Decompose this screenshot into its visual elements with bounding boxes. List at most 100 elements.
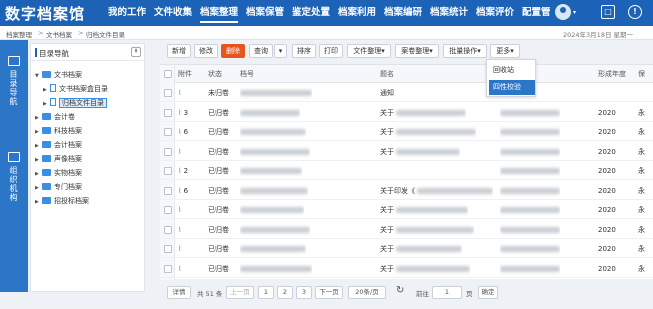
expand-arrow-icon[interactable]: ▶ <box>35 168 42 180</box>
edit-button[interactable]: 修改 <box>194 44 218 58</box>
breadcrumb-item[interactable]: 文书档案 <box>46 29 72 39</box>
expand-arrow-icon[interactable]: ▶ <box>35 112 42 124</box>
page-button[interactable]: 3 <box>296 286 312 299</box>
rail-item-catalog-nav[interactable]: 目录导航 <box>9 70 19 106</box>
menu-item-four-property-check[interactable]: 四性校验 <box>489 80 535 95</box>
attachment-cell[interactable]: ⌇ <box>178 260 181 278</box>
expand-arrow-icon[interactable]: ▶ <box>43 98 50 110</box>
attachment-cell[interactable]: ⌇ <box>178 240 181 258</box>
col-title[interactable]: 题名 <box>380 65 394 83</box>
table-row[interactable]: ⌇ 未归卷 通知 <box>160 84 653 102</box>
attachment-cell[interactable]: ⌇ 6 <box>178 123 188 141</box>
pin-icon[interactable]: ⇞ <box>131 47 141 57</box>
expand-arrow-icon[interactable]: ▶ <box>35 154 42 166</box>
table-row[interactable]: ⌇ 6 已归卷 关于 2020 永 <box>160 123 653 141</box>
row-checkbox[interactable] <box>164 206 172 214</box>
nav-my-work[interactable]: 我的工作 <box>108 7 146 23</box>
nav-appraisal[interactable]: 鉴定处置 <box>292 7 330 23</box>
tree-node[interactable]: ▶ 专门档案 <box>35 181 82 193</box>
col-archive-no[interactable]: 档号 <box>240 65 254 83</box>
detail-button[interactable]: 详情 <box>167 286 191 299</box>
expand-arrow-icon[interactable]: ▶ <box>35 196 42 208</box>
nav-file-collection[interactable]: 文件收集 <box>154 7 192 23</box>
table-row[interactable]: ⌇ 3 已归卷 关于 2020 永 <box>160 104 653 122</box>
page-size-select[interactable]: 20条/页 <box>348 286 386 299</box>
col-attachment[interactable]: 附件 <box>178 65 192 83</box>
row-checkbox[interactable] <box>164 186 172 195</box>
table-row[interactable]: ⌇ 6 已归卷 关于印发《 2020 永 <box>160 182 653 200</box>
col-status[interactable]: 状态 <box>208 65 222 83</box>
user-avatar-icon[interactable] <box>555 4 571 20</box>
query-dropdown-button[interactable]: ▾ <box>274 44 287 58</box>
more-button[interactable]: 更多▾ <box>490 44 520 58</box>
attachment-cell[interactable]: ⌇ <box>178 221 181 239</box>
file-organize-button[interactable]: 文件整理▾ <box>347 44 391 58</box>
tree-node[interactable]: ▶ 文书档案盒目录 <box>43 83 108 95</box>
breadcrumb-item[interactable]: 档案整理 <box>6 29 32 39</box>
nav-archive-compile[interactable]: 档案编研 <box>384 7 422 23</box>
row-checkbox[interactable] <box>164 147 172 156</box>
query-button[interactable]: 查询 <box>249 44 273 58</box>
tree-node[interactable]: ▶ 科技档案 <box>35 125 82 137</box>
tree-node[interactable]: ▶ 声像档案 <box>35 153 82 165</box>
attachment-cell[interactable]: ⌇ 6 <box>178 182 188 200</box>
page-button[interactable]: 2 <box>277 286 293 299</box>
table-row[interactable]: ⌇ 已归卷 关于 2020 永 <box>160 143 653 161</box>
nav-archive-evaluate[interactable]: 档案评价 <box>476 7 514 23</box>
tree-node[interactable]: ▶ 归档文件目录 <box>43 97 107 109</box>
tree-node[interactable]: ▶ 招投标档案 <box>35 195 89 207</box>
nav-archive-stats[interactable]: 档案统计 <box>430 7 468 23</box>
select-all-checkbox[interactable] <box>164 70 172 78</box>
tree-node[interactable]: ▶ 会计卷 <box>35 111 75 123</box>
row-checkbox[interactable] <box>164 264 172 273</box>
table-row[interactable]: ⌇ 已归卷 关于 2020 永 <box>160 221 653 239</box>
user-caret-icon[interactable]: ▾ <box>573 9 576 16</box>
expand-arrow-icon[interactable]: ▶ <box>35 140 42 152</box>
attachment-cell[interactable]: ⌇ <box>178 201 181 219</box>
org-icon[interactable] <box>8 152 20 162</box>
sort-button[interactable]: 排序 <box>292 44 316 58</box>
batch-operation-button[interactable]: 批量操作▾ <box>443 44 487 58</box>
nav-archive-use[interactable]: 档案利用 <box>338 7 376 23</box>
col-year[interactable]: 形成年度 <box>598 65 626 83</box>
catalog-icon[interactable] <box>8 56 20 66</box>
delete-button[interactable]: 删除 <box>221 44 245 58</box>
page-button[interactable]: 1 <box>258 286 274 299</box>
rail-item-organization[interactable]: 组织机构 <box>9 166 19 202</box>
volume-organize-button[interactable]: 案卷整理▾ <box>395 44 439 58</box>
new-button[interactable]: 新增 <box>167 44 191 58</box>
print-button[interactable]: 打印 <box>319 44 343 58</box>
row-checkbox[interactable] <box>164 225 172 234</box>
attachment-cell[interactable]: ⌇ <box>178 143 181 161</box>
bell-icon[interactable]: ! <box>628 5 642 19</box>
table-row[interactable]: ⌇ 已归卷 关于 2020 永 <box>160 260 653 278</box>
screen-icon[interactable]: □ <box>601 5 615 19</box>
nav-config[interactable]: 配置管 <box>522 7 552 23</box>
nav-archive-storage[interactable]: 档案保管 <box>246 7 284 23</box>
row-checkbox[interactable] <box>164 167 172 175</box>
table-row[interactable]: ⌇ 2 已归卷 2020 永 <box>160 162 653 180</box>
prev-page-button[interactable]: 上一页 <box>226 286 254 299</box>
row-checkbox[interactable] <box>164 128 172 136</box>
refresh-icon[interactable]: ↻ <box>396 285 404 296</box>
tree-node[interactable]: ▶ 会计档案 <box>35 139 82 151</box>
attachment-cell[interactable]: ⌇ <box>178 84 181 102</box>
next-page-button[interactable]: 下一页 <box>315 286 343 299</box>
expand-arrow-icon[interactable]: ▶ <box>43 84 50 96</box>
menu-item-recycle-bin[interactable]: 回收站 <box>489 63 535 78</box>
tree-node[interactable]: ▼ 文书档案 <box>35 69 82 81</box>
row-checkbox[interactable] <box>164 245 172 253</box>
expand-arrow-icon[interactable]: ▶ <box>35 182 42 194</box>
row-checkbox[interactable] <box>164 108 172 117</box>
attachment-cell[interactable]: ⌇ 2 <box>178 162 188 180</box>
tree-node[interactable]: ▶ 实物档案 <box>35 167 82 179</box>
confirm-button[interactable]: 确定 <box>478 286 498 299</box>
expand-arrow-icon[interactable]: ▶ <box>35 126 42 138</box>
goto-page-input[interactable]: 1 <box>432 286 462 299</box>
nav-archive-organize[interactable]: 档案整理 <box>200 7 239 23</box>
table-row[interactable]: ⌇ 已归卷 关于 2020 永 <box>160 201 653 219</box>
table-row[interactable]: ⌇ 已归卷 关于 2020 永 <box>160 240 653 258</box>
attachment-cell[interactable]: ⌇ 3 <box>178 104 188 122</box>
col-retention[interactable]: 保 <box>638 65 653 83</box>
row-checkbox[interactable] <box>164 89 172 97</box>
